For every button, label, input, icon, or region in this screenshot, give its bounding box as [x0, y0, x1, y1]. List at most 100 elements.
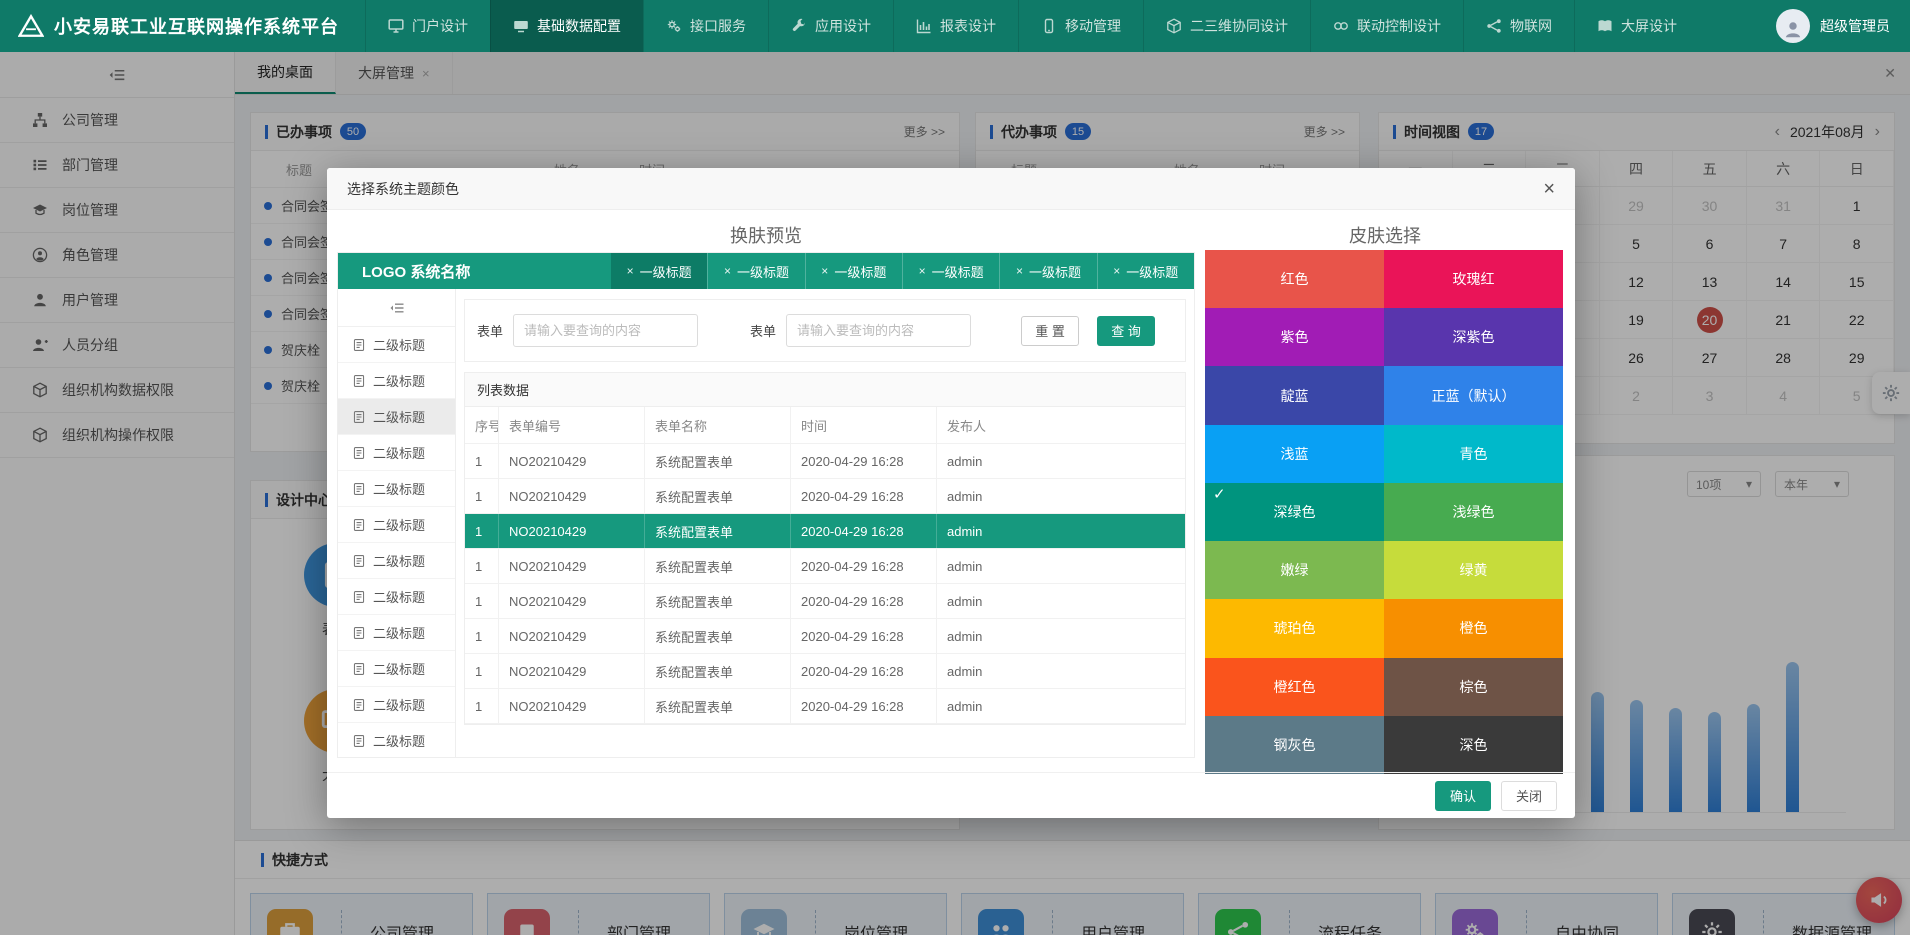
skin-swatch[interactable]: 正蓝（默认）	[1384, 366, 1563, 424]
skin-swatch[interactable]: 琥珀色	[1205, 599, 1384, 657]
preview-sidebar-item[interactable]: 二级标题	[338, 363, 455, 399]
skin-swatch-label: 正蓝（默认）	[1432, 386, 1516, 406]
preview-sidebar-label: 二级标题	[373, 731, 425, 750]
app-title: 小安易联工业互联网操作系统平台	[54, 13, 339, 39]
skin-swatch-label: 浅绿色	[1453, 502, 1495, 522]
tab-close-icon: ×	[1113, 264, 1120, 278]
doc-icon	[352, 338, 366, 352]
skin-swatch[interactable]: 青色	[1384, 425, 1563, 483]
top-navbar: 小安易联工业互联网操作系统平台 门户设计 基础数据配置 接口服务 应用设计	[0, 0, 1910, 52]
doc-icon	[352, 518, 366, 532]
nav-menu-item[interactable]: 门户设计	[365, 0, 490, 52]
skin-heading: 皮肤选择	[1205, 222, 1565, 248]
skin-preview: LOGO 系统名称 × 一级标题 × 一级标题 × 一级标题	[337, 252, 1195, 758]
preview-sidebar-item[interactable]: 二级标题	[338, 471, 455, 507]
skin-swatches: 红色 玫瑰红 紫色 深紫色 靛蓝 正蓝（	[1205, 250, 1563, 774]
tab-close-icon: ×	[1016, 264, 1023, 278]
query-input-2[interactable]	[786, 314, 971, 347]
nav-menu-label: 物联网	[1510, 16, 1552, 36]
preview-tab[interactable]: × 一级标题	[805, 253, 902, 289]
nav-menu-label: 接口服务	[690, 16, 746, 36]
preview-collapse-button[interactable]	[338, 289, 455, 327]
nav-menu-item[interactable]: 二三维协同设计	[1143, 0, 1310, 52]
skin-swatch[interactable]: 玫瑰红	[1384, 250, 1563, 308]
logo-triangle-icon	[18, 14, 44, 38]
nav-menu-item[interactable]: 基础数据配置	[490, 0, 643, 52]
close-icon[interactable]: ×	[1543, 179, 1555, 199]
collapse-icon	[389, 300, 405, 316]
tab-close-icon: ×	[919, 264, 926, 278]
query-input-1[interactable]	[513, 314, 698, 347]
preview-sidebar-item[interactable]: 二级标题	[338, 507, 455, 543]
preview-logo: LOGO 系统名称	[338, 253, 611, 289]
nav-menu-item[interactable]: 大屏设计	[1574, 0, 1699, 52]
skin-swatch[interactable]: 嫩绿	[1205, 541, 1384, 599]
reset-button[interactable]: 重 置	[1021, 316, 1079, 346]
preview-sidebar-item[interactable]: 二级标题	[338, 615, 455, 651]
preview-sidebar-item[interactable]: 二级标题	[338, 687, 455, 723]
nav-menu-label: 报表设计	[940, 16, 996, 36]
preview-sidebar-label: 二级标题	[373, 623, 425, 642]
skin-swatch-label: 深紫色	[1453, 327, 1495, 347]
list-row[interactable]: 1 NO20210429 系统配置表单 2020-04-29 16:28 adm…	[465, 689, 1185, 724]
user-menu[interactable]: 超级管理员	[1756, 0, 1910, 52]
app-logo: 小安易联工业互联网操作系统平台	[0, 0, 365, 52]
preview-tab[interactable]: × 一级标题	[611, 253, 707, 289]
skin-swatch[interactable]: 橙红色	[1205, 658, 1384, 716]
skin-swatch[interactable]: 钢灰色	[1205, 716, 1384, 774]
modal-title: 选择系统主题颜色	[347, 179, 459, 199]
nav-menu-item[interactable]: 物联网	[1463, 0, 1574, 52]
skin-swatch[interactable]: 橙色	[1384, 599, 1563, 657]
skin-swatch[interactable]: 深紫色	[1384, 308, 1563, 366]
nav-menu-item[interactable]: 应用设计	[768, 0, 893, 52]
list-row[interactable]: 1 NO20210429 系统配置表单 2020-04-29 16:28 adm…	[465, 584, 1185, 619]
skin-swatch[interactable]: 绿黄	[1384, 541, 1563, 599]
preview-sidebar-label: 二级标题	[373, 479, 425, 498]
list-row[interactable]: 1 NO20210429 系统配置表单 2020-04-29 16:28 adm…	[465, 444, 1185, 479]
confirm-button[interactable]: 确认	[1435, 781, 1491, 811]
avatar	[1776, 9, 1810, 43]
list-row[interactable]: 1 NO20210429 系统配置表单 2020-04-29 16:28 adm…	[465, 479, 1185, 514]
preview-sidebar-item[interactable]: 二级标题	[338, 543, 455, 579]
preview-tab[interactable]: × 一级标题	[1097, 253, 1194, 289]
preview-sidebar-item[interactable]: 二级标题	[338, 723, 455, 757]
doc-icon	[352, 626, 366, 640]
preview-sidebar-item[interactable]: 二级标题	[338, 435, 455, 471]
preview-sidebar-item[interactable]: 二级标题	[338, 579, 455, 615]
user-name: 超级管理员	[1820, 16, 1890, 36]
list-row[interactable]: 1 NO20210429 系统配置表单 2020-04-29 16:28 adm…	[465, 514, 1185, 549]
search-button[interactable]: 查 询	[1097, 316, 1155, 346]
preview-tab[interactable]: × 一级标题	[902, 253, 999, 289]
nav-menu-label: 基础数据配置	[537, 16, 621, 36]
nav-menu-item[interactable]: 接口服务	[643, 0, 768, 52]
nav-menu-item[interactable]: 联动控制设计	[1310, 0, 1463, 52]
skin-swatch[interactable]: 紫色	[1205, 308, 1384, 366]
list-title: 列表数据	[465, 373, 1185, 407]
column-header: 序号	[465, 407, 499, 443]
preview-tab[interactable]: × 一级标题	[707, 253, 804, 289]
list-row[interactable]: 1 NO20210429 系统配置表单 2020-04-29 16:28 adm…	[465, 654, 1185, 689]
preview-sidebar-item[interactable]: 二级标题	[338, 399, 455, 435]
nav-menu-item[interactable]: 报表设计	[893, 0, 1018, 52]
preview-sidebar-item[interactable]: 二级标题	[338, 651, 455, 687]
skin-swatch[interactable]: 深色	[1384, 716, 1563, 774]
preview-tab[interactable]: × 一级标题	[999, 253, 1096, 289]
preview-sidebar-label: 二级标题	[373, 443, 425, 462]
form-label: 表单	[477, 321, 503, 340]
skin-swatch[interactable]: 棕色	[1384, 658, 1563, 716]
preview-sidebar-item[interactable]: 二级标题	[338, 327, 455, 363]
list-row[interactable]: 1 NO20210429 系统配置表单 2020-04-29 16:28 adm…	[465, 549, 1185, 584]
skin-swatch[interactable]: ✓ 深绿色	[1205, 483, 1384, 541]
doc-icon	[352, 590, 366, 604]
preview-tab-label: 一级标题	[1126, 262, 1178, 281]
close-button[interactable]: 关闭	[1501, 781, 1557, 811]
skin-swatch[interactable]: 靛蓝	[1205, 366, 1384, 424]
nav-menu-item[interactable]: 移动管理	[1018, 0, 1143, 52]
skin-swatch[interactable]: 红色	[1205, 250, 1384, 308]
preview-list: 列表数据 序号 表单编号 表单名称 时间 发布人 1 NO2021042	[464, 372, 1186, 725]
skin-swatch[interactable]: 浅蓝	[1205, 425, 1384, 483]
skin-swatch-label: 钢灰色	[1274, 735, 1316, 755]
list-row[interactable]: 1 NO20210429 系统配置表单 2020-04-29 16:28 adm…	[465, 619, 1185, 654]
skin-swatch[interactable]: 浅绿色	[1384, 483, 1563, 541]
preview-sidebar-label: 二级标题	[373, 659, 425, 678]
